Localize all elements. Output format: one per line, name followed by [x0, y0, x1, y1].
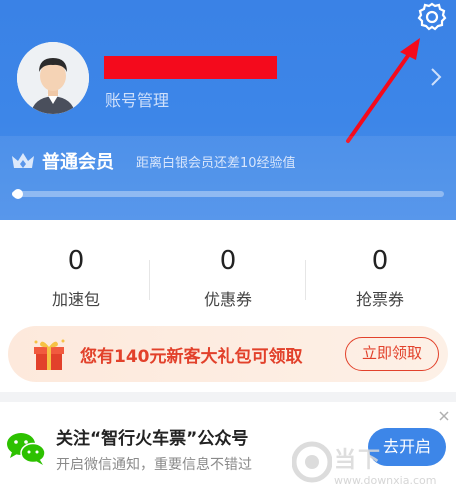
- wechat-icon: [7, 433, 46, 465]
- membership-progress-text: 距离白银会员还差10经验值: [136, 156, 296, 171]
- crown-icon: [12, 153, 34, 168]
- promo-text: 您有140元新客大礼包可领取: [80, 347, 303, 367]
- stat-label: 优惠券: [203, 290, 252, 309]
- membership-progress-bar: [12, 189, 444, 199]
- follow-title: 关注“智行火车票”公众号: [56, 429, 249, 449]
- username-redacted: [104, 56, 277, 79]
- chevron-right-icon[interactable]: [428, 66, 444, 88]
- follow-subtitle: 开启微信通知，重要信息不错过: [56, 457, 252, 473]
- new-user-gift-banner[interactable]: 您有140元新客大礼包可领取 立即领取: [8, 326, 448, 382]
- stat-coupons[interactable]: 0 优惠券: [152, 246, 304, 310]
- membership-progress-knob: [13, 189, 23, 199]
- stat-label: 抢票券: [355, 290, 404, 309]
- account-management-label[interactable]: 账号管理: [105, 87, 169, 111]
- stat-ticket-vouchers[interactable]: 0 抢票券: [304, 246, 456, 310]
- membership-level: 普通会员: [42, 152, 114, 173]
- claim-now-button[interactable]: 立即领取: [345, 337, 439, 371]
- stat-label: 加速包: [51, 290, 100, 309]
- gift-icon: [34, 339, 65, 370]
- close-icon[interactable]: [438, 410, 450, 422]
- watermark-logo-icon: [291, 441, 333, 483]
- gear-icon[interactable]: [415, 0, 449, 34]
- avatar[interactable]: [17, 42, 89, 114]
- watermark: 当下 www.downxia.com: [291, 438, 452, 494]
- stat-value: 0: [219, 246, 237, 276]
- watermark-url: www.downxia.com: [334, 474, 437, 487]
- stat-value: 0: [67, 246, 85, 276]
- stat-acceleration-pack[interactable]: 0 加速包: [0, 246, 152, 310]
- stat-value: 0: [371, 246, 389, 276]
- watermark-brand: 当下: [334, 448, 383, 473]
- profile-header: 账号管理 普通会员 距离白银会员还差10经验值: [0, 0, 456, 220]
- membership-panel[interactable]: 普通会员 距离白银会员还差10经验值: [0, 136, 456, 220]
- divider: [149, 260, 150, 300]
